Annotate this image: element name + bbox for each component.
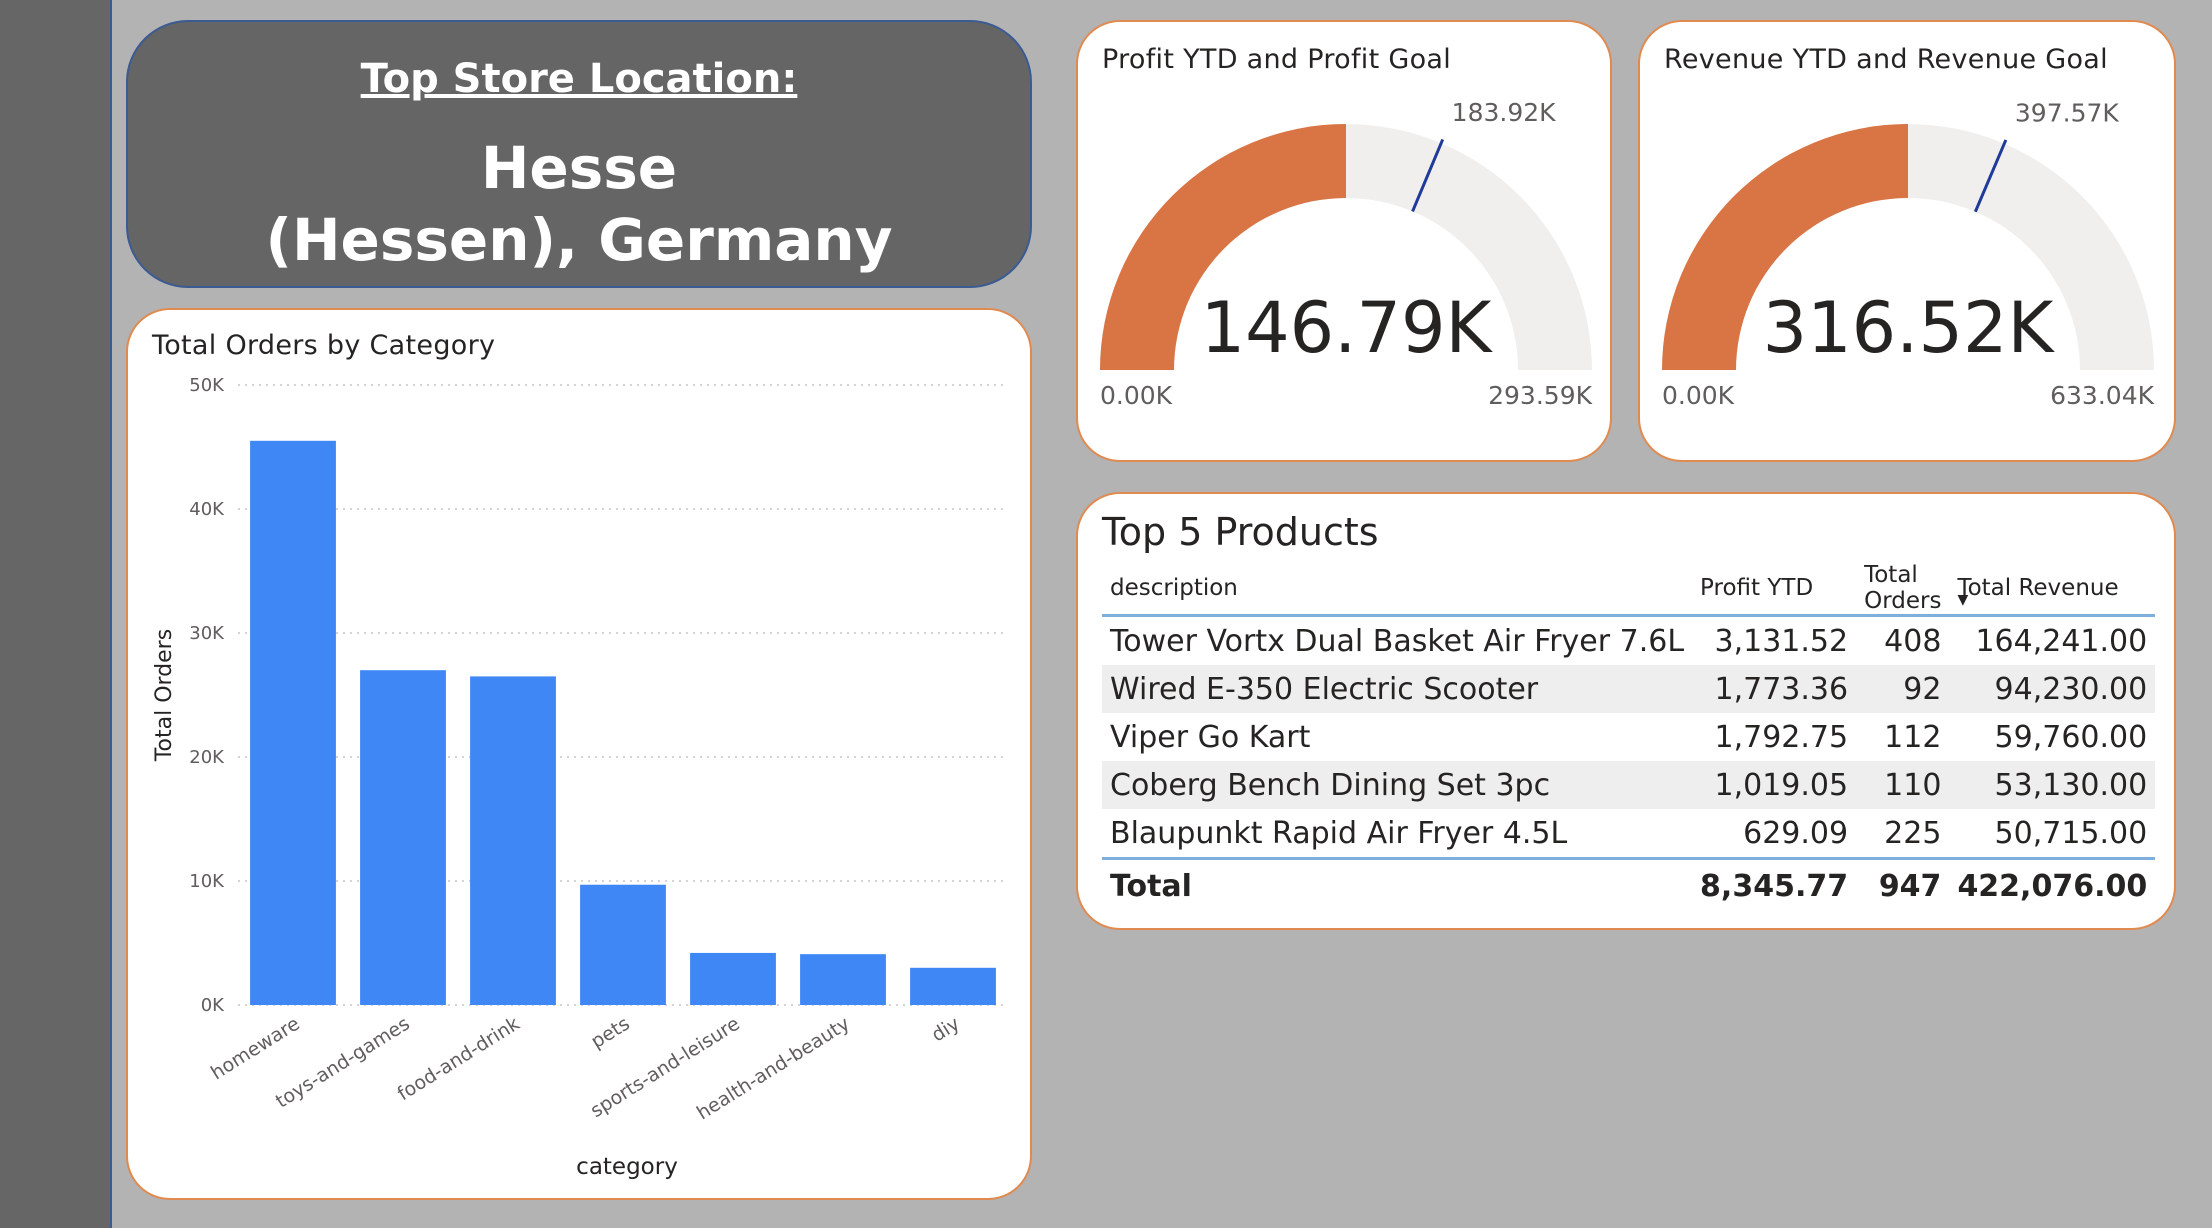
revenue-gauge-card[interactable]: Revenue YTD and Revenue Goal 397.57K 316.…: [1638, 20, 2176, 462]
cell-revenue: 164,241.00: [1975, 623, 2148, 659]
top-products-title: Top 5 Products: [1102, 510, 1379, 554]
cell-description: Blaupunkt Rapid Air Fryer 4.5L: [1110, 815, 1568, 851]
gauge-max-label: 633.04K: [2050, 381, 2154, 410]
table-row[interactable]: Viper Go Kart 1,792.75 112 59,760.00: [1102, 713, 2155, 761]
col-header-description[interactable]: description: [1102, 562, 1693, 617]
cell-description: Viper Go Kart: [1110, 719, 1311, 755]
top-store-card: Top Store Location: Hesse (Hessen), Germ…: [126, 20, 1032, 288]
col-header-orders[interactable]: Total Orders: [1856, 562, 1950, 617]
gauge-min-label: 0.00K: [1662, 381, 1735, 410]
total-revenue: 422,076.00: [1949, 857, 2156, 912]
bar-toys-and-games[interactable]: [360, 670, 446, 1005]
y-tick-label: 10K: [189, 871, 225, 892]
sort-descending-icon: ▼: [1957, 592, 1969, 608]
orders-by-category-card[interactable]: Total Orders by Category 0K 10K 20K 30K 40K 5…: [126, 308, 1032, 1200]
cell-orders: 110: [1856, 761, 1950, 809]
bar-diy[interactable]: [910, 967, 996, 1005]
col-header-profit[interactable]: Profit YTD: [1692, 562, 1857, 617]
top-store-value: Hesse (Hessen), Germany: [128, 132, 1030, 276]
y-tick-label: 40K: [189, 499, 225, 520]
gauge-target-label: 397.57K: [2015, 98, 2119, 127]
col-header-revenue[interactable]: Total Revenue ▼: [1949, 562, 2156, 617]
bar-pets[interactable]: [580, 884, 666, 1005]
cell-orders: 408: [1884, 623, 1942, 659]
x-axis-label: category: [576, 1154, 678, 1180]
revenue-gauge: 397.57K 316.52K 0.00K 633.04K: [1662, 98, 2155, 410]
top-store-label: Top Store Location:: [360, 56, 798, 102]
cell-orders: 112: [1884, 719, 1942, 755]
x-tick-label: pets: [587, 1013, 634, 1053]
gauge-min-label: 0.00K: [1100, 381, 1173, 410]
profit-gauge-card[interactable]: Profit YTD and Profit Goal 183.92K 146.79…: [1076, 20, 1612, 462]
bar-sports-and-leisure[interactable]: [690, 952, 776, 1005]
table-row[interactable]: Coberg Bench Dining Set 3pc 1,019.05 110…: [1102, 761, 2156, 809]
x-tick-label: diy: [928, 1013, 964, 1047]
profit-gauge: 183.92K 146.79K 0.00K 293.59K: [1100, 98, 1593, 410]
y-tick-label: 0K: [201, 995, 225, 1016]
cell-description: Tower Vortx Dual Basket Air Fryer 7.6L: [1110, 623, 1685, 659]
y-tick-label: 20K: [189, 747, 225, 768]
bar-chart: 0K10K20K30K40K50K homewaretoys-and-games…: [152, 375, 1008, 1180]
col-header-revenue-label: Total Revenue: [1957, 575, 2119, 601]
total-orders: 947: [1856, 857, 1950, 912]
total-label: Total: [1102, 857, 1693, 912]
gauge-target-label: 183.92K: [1452, 98, 1556, 127]
top-products-card[interactable]: Top 5 Products description Profit YTD To…: [1076, 492, 2176, 930]
cell-revenue: 59,760.00: [1994, 719, 2148, 755]
cell-revenue: 53,130.00: [1949, 761, 2156, 809]
cell-description: Coberg Bench Dining Set 3pc: [1102, 761, 1693, 809]
bar-homeware[interactable]: [250, 440, 336, 1005]
x-tick-label: homeware: [207, 1013, 304, 1085]
y-axis-label: Total Orders: [152, 629, 177, 762]
cell-profit: 1,792.75: [1714, 719, 1849, 755]
cell-revenue: 50,715.00: [1994, 815, 2148, 851]
gauge-value-label: 146.79K: [1201, 287, 1494, 369]
y-tick-label: 30K: [189, 623, 225, 644]
top-store-value-line2: (Hessen), Germany: [265, 206, 893, 274]
cell-profit: 629.09: [1743, 815, 1849, 851]
total-profit: 8,345.77: [1692, 857, 1857, 912]
bar-health-and-beauty[interactable]: [800, 954, 886, 1005]
table-row[interactable]: Blaupunkt Rapid Air Fryer 4.5L 629.09 22…: [1102, 809, 2155, 859]
cell-profit: 1,773.36: [1692, 665, 1857, 713]
table-total-row: Total 8,345.77 947 422,076.00: [1102, 857, 2156, 912]
cell-description: Wired E-350 Electric Scooter: [1102, 665, 1693, 713]
top-products-table: description Profit YTD Total Orders Tota…: [1102, 562, 2156, 912]
table-row[interactable]: Wired E-350 Electric Scooter 1,773.36 92…: [1102, 665, 2156, 713]
x-tick-label: food-and-drink: [394, 1013, 524, 1106]
cell-profit: 3,131.52: [1714, 623, 1849, 659]
gauge-value-label: 316.52K: [1763, 287, 2056, 369]
left-sidebar: [0, 0, 112, 1228]
cell-revenue: 94,230.00: [1949, 665, 2156, 713]
y-tick-label: 50K: [189, 375, 225, 396]
cell-profit: 1,019.05: [1692, 761, 1857, 809]
cell-orders: 225: [1884, 815, 1942, 851]
table-header-row: description Profit YTD Total Orders Tota…: [1102, 562, 2156, 617]
table-row[interactable]: Tower Vortx Dual Basket Air Fryer 7.6L 3…: [1102, 616, 2155, 666]
bar-food-and-drink[interactable]: [470, 676, 556, 1005]
gauge-max-label: 293.59K: [1488, 381, 1592, 410]
cell-orders: 92: [1856, 665, 1950, 713]
top-store-value-line1: Hesse: [480, 134, 678, 202]
